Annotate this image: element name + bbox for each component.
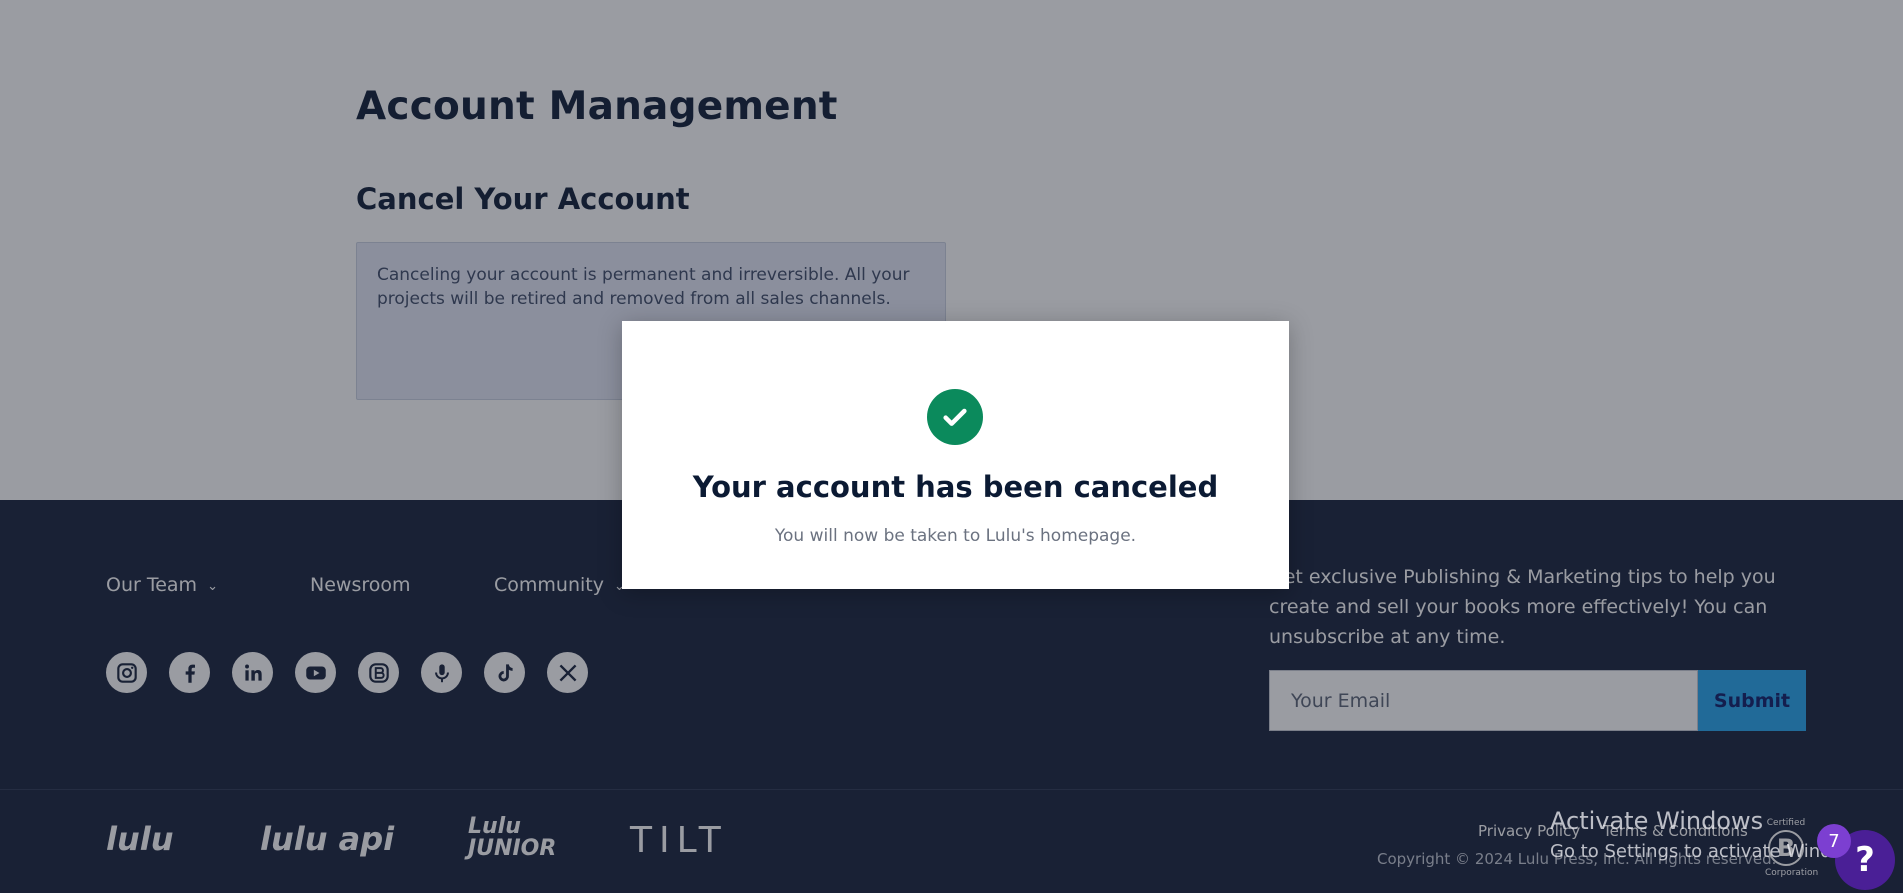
modal-title: Your account has been canceled	[692, 470, 1219, 504]
help-notification-badge: 7	[1817, 824, 1851, 858]
check-circle-icon	[927, 389, 983, 445]
windows-watermark-title: Activate Windows	[1550, 807, 1764, 835]
success-modal: Your account has been canceled You will …	[622, 321, 1289, 589]
modal-message: You will now be taken to Lulu's homepage…	[774, 526, 1137, 546]
